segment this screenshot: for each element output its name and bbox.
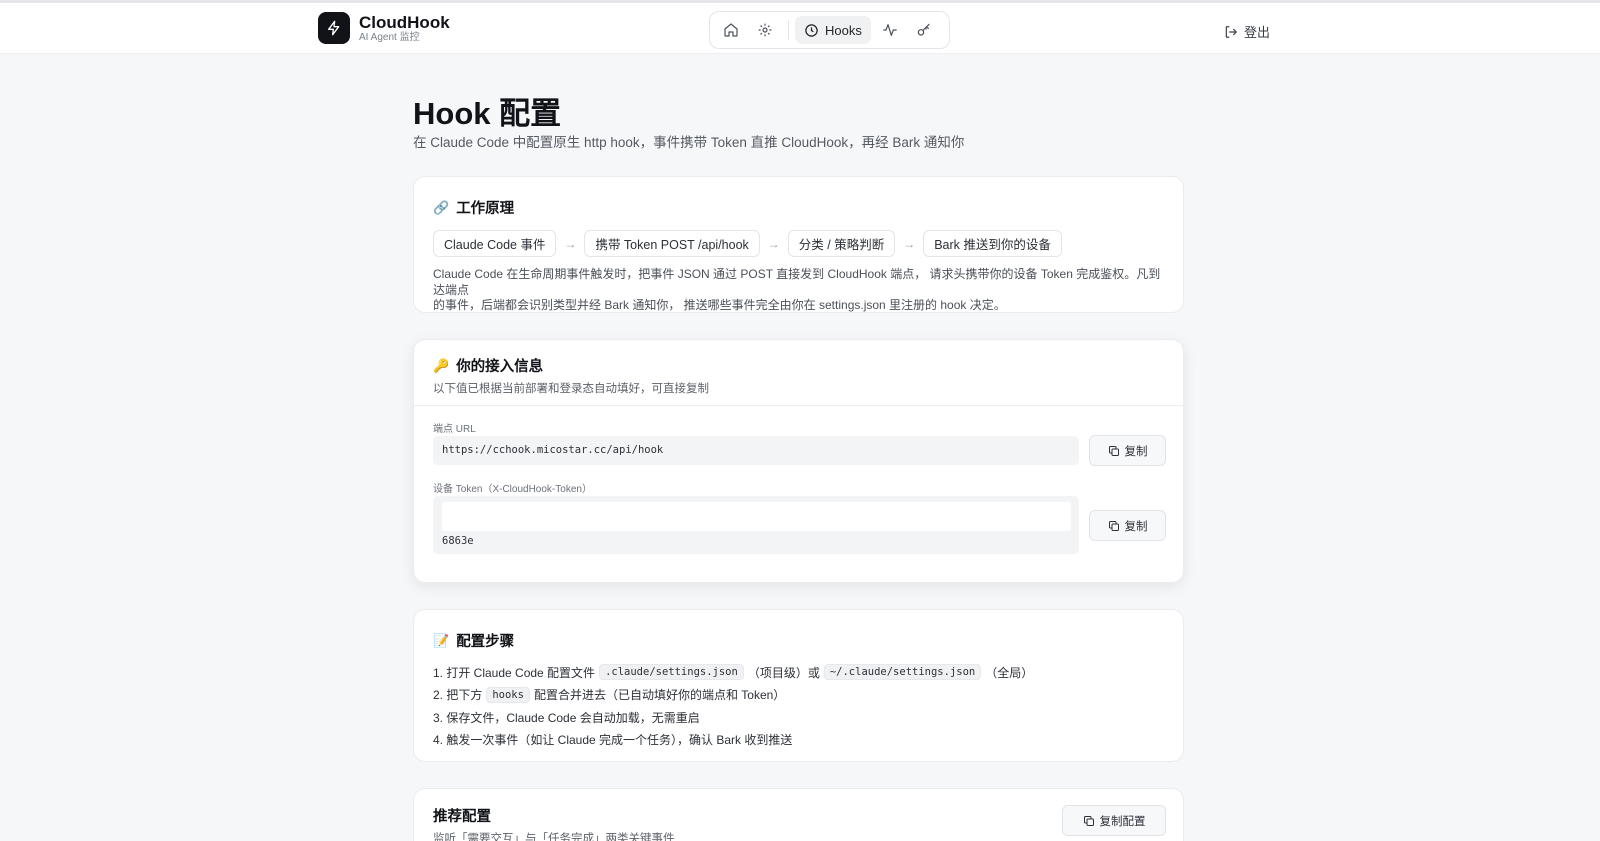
nav-hooks-label: Hooks	[825, 22, 862, 38]
flow-step-chip: Claude Code 事件	[433, 230, 557, 257]
gear-icon	[758, 23, 772, 37]
description-line: 的事件，后端都会识别类型并经 Bark 通知你， 推送哪些事件完全由你在 set…	[433, 298, 1006, 312]
copy-icon	[1108, 445, 1119, 456]
copy-token-button[interactable]: 复制	[1089, 510, 1166, 541]
home-icon	[724, 23, 738, 37]
how-it-works-title: 🔗 工作原理	[433, 197, 1164, 218]
description-line: Claude Code 在生命周期事件触发时，把事件 JSON 通过 POST …	[433, 267, 1161, 297]
clock-icon	[805, 23, 818, 37]
nav-settings-button[interactable]	[750, 16, 780, 44]
page-subtitle: 在 Claude Code 中配置原生 http hook，事件携带 Token…	[413, 135, 965, 150]
arrow-right-icon: →	[767, 236, 780, 251]
step-text: 1. 打开 Claude Code 配置文件	[433, 665, 596, 680]
key-icon	[917, 23, 930, 36]
nav-activity-button[interactable]	[875, 16, 905, 44]
step-text: 2. 把下方	[433, 688, 483, 703]
access-info-title-text: 你的接入信息	[456, 359, 544, 375]
access-info-card: 🔑 你的接入信息 以下值已根据当前部署和登录态自动填好，可直接复制 端点 URL…	[413, 339, 1184, 583]
how-it-works-card: 🔗 工作原理 Claude Code 事件 → 携带 Token POST /a…	[413, 176, 1184, 313]
access-info-title: 🔑 你的接入信息	[433, 355, 1164, 376]
recommended-title: 推荐配置	[433, 809, 491, 825]
flow-step-chip: 携带 Token POST /api/hook	[584, 230, 760, 257]
flow-diagram: Claude Code 事件 → 携带 Token POST /api/hook…	[433, 230, 1164, 257]
step-text: 配置合并进去（已自动填好你的端点和 Token）	[533, 688, 786, 703]
recommended-description: 监听「需要交互」与「任务完成」两类关键事件	[433, 833, 675, 841]
logout-icon	[1225, 25, 1237, 38]
memo-icon: 📝	[433, 632, 450, 648]
inline-code: hooks	[486, 686, 530, 703]
copy-icon	[1108, 520, 1119, 531]
step-item: 1. 打开 Claude Code 配置文件 .claude/settings.…	[433, 661, 1164, 684]
how-it-works-description: Claude Code 在生命周期事件触发时，把事件 JSON 通过 POST …	[433, 267, 1164, 314]
nav-hooks-tab[interactable]: Hooks	[795, 16, 871, 44]
device-token-field[interactable]: 6863e	[433, 496, 1079, 554]
endpoint-url-field[interactable]: https://cchook.micostar.cc/api/hook	[433, 436, 1079, 465]
top-header: CloudHook AI Agent 监控 Hooks 登出	[0, 3, 1600, 54]
top-nav: Hooks	[709, 11, 950, 49]
step-item: 4. 触发一次事件（如让 Claude 完成一个任务），确认 Bark 收到推送	[433, 733, 793, 748]
flow-step-chip: 分类 / 策略判断	[787, 230, 896, 257]
nav-home-button[interactable]	[716, 16, 746, 44]
steps-list: 1. 打开 Claude Code 配置文件 .claude/settings.…	[433, 661, 1164, 751]
access-info-header: 🔑 你的接入信息 以下值已根据当前部署和登录态自动填好，可直接复制	[414, 340, 1183, 406]
logout-button[interactable]: 登出	[1224, 22, 1270, 41]
setup-steps-title-text: 配置步骤	[456, 634, 515, 650]
arrow-right-icon: →	[903, 236, 916, 251]
recommended-config-card: 推荐配置 监听「需要交互」与「任务完成」两类关键事件 复制配置	[413, 788, 1184, 841]
step-item: 2. 把下方 hooks 配置合并进去（已自动填好你的端点和 Token）	[433, 684, 1164, 707]
copy-config-label: 复制配置	[1099, 815, 1146, 828]
app-subtitle: AI Agent 监控	[359, 31, 420, 43]
inline-code: ~/.claude/settings.json	[823, 664, 982, 681]
endpoint-label: 端点 URL	[433, 424, 476, 435]
nav-divider	[788, 20, 789, 40]
setup-steps-title: 📝 配置步骤	[433, 630, 1164, 651]
step-text: （全局）	[985, 665, 1034, 680]
copy-config-button[interactable]: 复制配置	[1062, 805, 1166, 836]
app-name: CloudHook	[359, 12, 450, 32]
step-item: 3. 保存文件，Claude Code 会自动加载，无需重启	[433, 710, 700, 725]
token-value-tail: 6863e	[442, 535, 474, 547]
key-emoji-icon: 🔑	[433, 357, 450, 373]
redacted-token-overlay	[442, 502, 1071, 531]
brand[interactable]: CloudHook AI Agent 监控	[318, 12, 450, 44]
token-label: 设备 Token（X-CloudHook-Token）	[433, 484, 592, 495]
copy-label: 复制	[1124, 520, 1148, 533]
access-info-description: 以下值已根据当前部署和登录态自动填好，可直接复制	[433, 383, 709, 395]
copy-endpoint-button[interactable]: 复制	[1089, 435, 1166, 466]
logout-label: 登出	[1244, 25, 1271, 40]
inline-code: .claude/settings.json	[599, 664, 744, 681]
flow-step-chip: Bark 推送到你的设备	[923, 230, 1062, 257]
setup-steps-card: 📝 配置步骤 1. 打开 Claude Code 配置文件 .claude/se…	[413, 609, 1184, 762]
nav-keys-button[interactable]	[909, 16, 939, 44]
page-title: Hook 配置	[413, 96, 562, 131]
step-text: （项目级）或	[747, 665, 820, 680]
arrow-right-icon: →	[564, 236, 577, 251]
lightning-logo-icon	[318, 12, 350, 44]
copy-label: 复制	[1124, 445, 1148, 458]
copy-icon	[1083, 815, 1094, 826]
activity-icon	[883, 24, 897, 36]
how-it-works-title-text: 工作原理	[456, 201, 515, 217]
link-icon: 🔗	[433, 199, 450, 215]
